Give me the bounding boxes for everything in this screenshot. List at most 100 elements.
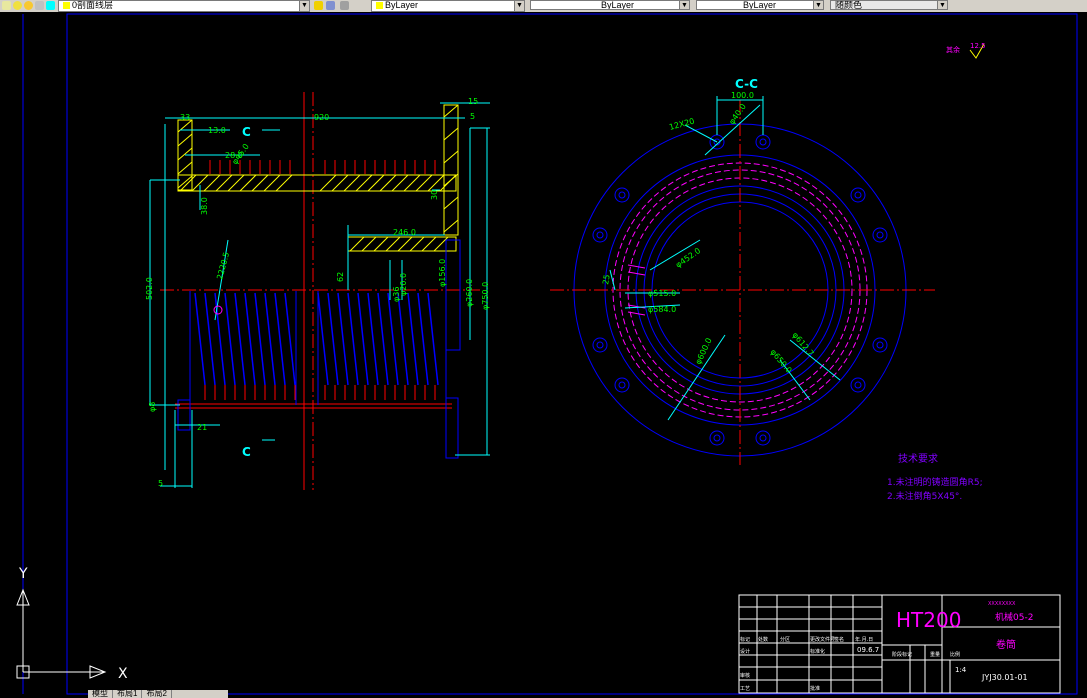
row-design: 设计 — [740, 648, 750, 655]
drum-section-view: 920 15 5 33 13.0 28.0 φ45.0 38.0 246.0 2… — [145, 92, 490, 490]
dim-40: φ40.0 — [727, 102, 748, 126]
plotstyle-dropdown[interactable]: 随颜色 ▼ — [830, 0, 948, 10]
layer-dropdown[interactable]: 0剖面线层 ▼ — [58, 0, 310, 12]
roughness-label: 其余 — [946, 45, 960, 54]
dim-8: φ8 — [148, 402, 157, 412]
dim-12x20: 12X20 — [668, 117, 695, 132]
section-title: C-C — [735, 77, 758, 91]
lineweight-dropdown[interactable]: ByLayer ▼ — [696, 0, 824, 10]
chevron-down-icon: ▼ — [937, 1, 947, 9]
part-name-text: 卷筒 — [996, 638, 1016, 651]
date-text: 09.6.7 — [857, 646, 879, 654]
ucs-x-label: X — [118, 666, 128, 682]
layer-manager-icon[interactable] — [340, 1, 349, 10]
color-dropdown[interactable]: ByLayer ▼ — [371, 0, 525, 12]
header-count: 处数 — [758, 636, 768, 643]
material-text: HT200 — [896, 608, 961, 632]
row-stage: 阶段标记 — [892, 651, 912, 658]
dim-750: φ750.0 — [481, 282, 490, 310]
row-approve: 批准 — [810, 685, 820, 692]
linetype-dropdown[interactable]: ByLayer ▼ — [530, 0, 690, 10]
tab-layout-2[interactable]: 布局2 — [142, 690, 172, 698]
surface-roughness: 其余 12.5 — [946, 42, 986, 59]
dim-38: 38.0 — [200, 197, 209, 215]
layer-swatch-icon — [63, 2, 70, 9]
row-review: 审核 — [740, 672, 750, 679]
dim-452: φ452.0 — [674, 246, 702, 270]
dim-502: 502.0 — [145, 277, 154, 300]
layer-color-icon[interactable] — [46, 1, 55, 10]
tab-model[interactable]: 模型 — [88, 690, 113, 698]
right-flange-hatch — [443, 104, 459, 236]
top-wall-hatch — [177, 174, 457, 192]
notes-title: 技术要求 — [898, 452, 938, 465]
lock-icon[interactable] — [35, 1, 44, 10]
plotstyle-dropdown-value: 随颜色 — [835, 0, 863, 10]
dim-100: 100.0 — [731, 91, 754, 100]
drawing-canvas[interactable]: 920 15 5 33 13.0 28.0 φ45.0 38.0 246.0 2… — [0, 12, 1087, 698]
drawing-border — [66, 13, 1078, 695]
dim-overall-length: 920 — [314, 113, 329, 122]
cad-drawing: 920 15 5 33 13.0 28.0 φ45.0 38.0 246.0 2… — [16, 13, 1078, 695]
header-sign: 签名 — [834, 636, 844, 643]
dim-20: φ20.0 — [399, 273, 408, 296]
chevron-down-icon: ▼ — [679, 1, 689, 9]
layer-previous-icon[interactable] — [326, 1, 335, 10]
header-date: 年.月.日 — [855, 636, 873, 643]
row-weight: 重量 — [930, 651, 940, 658]
section-label-top: C — [242, 125, 251, 139]
lineweight-dropdown-value: ByLayer — [743, 0, 777, 10]
layer-state-icon[interactable] — [2, 1, 11, 10]
chevron-down-icon: ▼ — [299, 1, 309, 11]
row-craft: 工艺 — [740, 686, 750, 692]
dim-25: 25 — [601, 274, 612, 286]
dim-13: 13.0 — [208, 126, 226, 135]
header-file: 更改文件号 — [810, 636, 835, 643]
color-swatch-icon — [376, 2, 383, 9]
school-text: XXXXXXXX — [988, 601, 1016, 607]
dim-650: φ650.0 — [768, 348, 793, 375]
dim-515: φ515.0 — [648, 289, 676, 298]
scale-text: 1:4 — [955, 666, 967, 674]
dim-15: 15 — [468, 97, 478, 106]
tab-layout-1[interactable]: 布局1 — [113, 690, 143, 698]
layer-dropdown-value: 0剖面线层 — [72, 0, 114, 10]
header-zone: 分区 — [780, 636, 790, 643]
dim-584: φ584.0 — [648, 305, 676, 314]
chevron-down-icon: ▼ — [813, 1, 823, 9]
dim-30: 30 — [430, 190, 439, 200]
ucs-icon: Y X — [16, 566, 128, 682]
dim-612: φ612.7 — [790, 331, 815, 358]
linetype-dropdown-value: ByLayer — [601, 0, 635, 10]
ucs-y-label: Y — [18, 566, 28, 582]
dim-5-top: 5 — [470, 112, 475, 121]
dim-156: φ156.0 — [438, 259, 447, 287]
chevron-down-icon: ▼ — [514, 1, 524, 11]
technical-notes: 技术要求 1.未注明的铸造圆角R5; 2.未注倒角5X45°. — [887, 452, 983, 502]
make-current-icon[interactable] — [314, 1, 323, 10]
dim-33: 33 — [180, 113, 190, 122]
color-dropdown-value: ByLayer — [385, 0, 419, 10]
dim-5-bottom: 5 — [158, 479, 163, 488]
flange-end-view: C-C 100.0 12X20 φ40.0 φ452.0 φ515.0 φ584… — [550, 77, 935, 465]
row-standard: 标准化 — [810, 648, 825, 655]
dim-246: 246.0 — [393, 228, 416, 237]
dim-600: φ600.0 — [694, 336, 714, 365]
title-block: HT200 XXXXXXXX 机械05-2 卷筒 JYJ30.01-01 1:4… — [738, 594, 1061, 694]
roughness-value: 12.5 — [970, 42, 986, 50]
layout-tabs: 模型 布局1 布局2 — [88, 690, 228, 698]
drawing-no-text: JYJ30.01-01 — [981, 673, 1028, 682]
header-mark: 标记 — [740, 636, 750, 643]
dim-21: 21 — [197, 423, 207, 432]
hole-marker — [213, 305, 223, 315]
dim-260: φ260.0 — [465, 279, 474, 307]
dim-22025: 2220.5 — [215, 251, 231, 280]
lightbulb-icon[interactable] — [13, 1, 22, 10]
row-scale: 比例 — [950, 651, 960, 658]
section-label-bottom: C — [242, 445, 251, 459]
class-no-text: 机械05-2 — [995, 611, 1033, 623]
notes-line-2: 2.未注倒角5X45°. — [887, 490, 962, 502]
sun-icon[interactable] — [24, 1, 33, 10]
notes-line-1: 1.未注明的铸造圆角R5; — [887, 476, 983, 488]
dim-62: 62 — [336, 272, 345, 282]
